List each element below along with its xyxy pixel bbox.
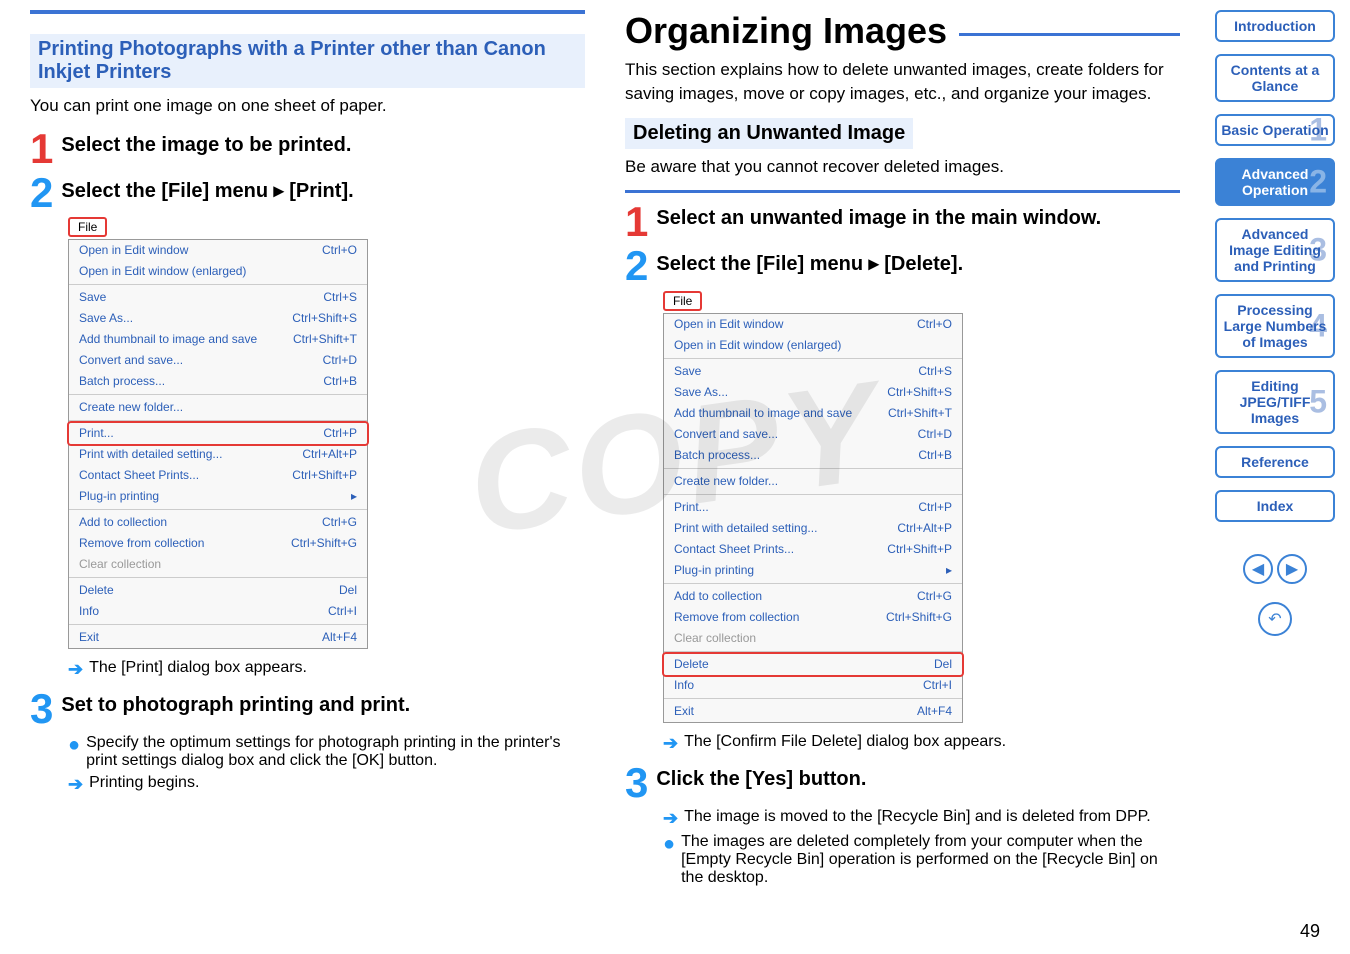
step-number-1-right: 1	[625, 203, 648, 241]
left-section-title: Printing Photographs with a Printer othe…	[30, 34, 585, 88]
ghost-number: 4	[1309, 308, 1327, 345]
menu-item[interactable]: Create new folder...	[664, 471, 962, 492]
menu-item[interactable]: Print...Ctrl+P	[664, 497, 962, 518]
back-button[interactable]: ↶	[1258, 602, 1292, 636]
menu-item[interactable]: Create new folder...	[69, 397, 367, 418]
bullet-icon: ●	[68, 734, 80, 757]
right-section-title: Deleting an Unwanted Image	[625, 118, 913, 149]
arrow-icon: ➔	[68, 774, 83, 795]
step-number-3-right: 3	[625, 764, 648, 802]
blue-rule	[625, 190, 1180, 193]
menu-item[interactable]: Remove from collectionCtrl+Shift+G	[69, 533, 367, 554]
ghost-number: 5	[1309, 384, 1327, 421]
right-intro: This section explains how to delete unwa…	[625, 58, 1180, 106]
right-result2: The [Confirm File Delete] dialog box app…	[684, 733, 1006, 751]
arrow-icon: ➔	[663, 733, 678, 754]
step-number-3-left: 3	[30, 690, 53, 728]
ghost-number: 1	[1309, 112, 1327, 149]
step-number-2-left: 2	[30, 174, 53, 212]
menu-item[interactable]: InfoCtrl+I	[664, 675, 962, 696]
prev-page-button[interactable]: ◀	[1243, 554, 1273, 584]
menu-item[interactable]: Batch process...Ctrl+B	[664, 445, 962, 466]
menu-item[interactable]: Clear collection	[69, 554, 367, 575]
bullet-icon: ●	[663, 833, 675, 856]
page-number: 49	[1300, 921, 1320, 942]
menu-item[interactable]: SaveCtrl+S	[664, 361, 962, 382]
right-step2: Select the [File] menu ▸ [Delete].	[656, 247, 963, 276]
highlighted-menu-item: DeleteDel	[662, 652, 964, 677]
right-step3-a: The image is moved to the [Recycle Bin] …	[684, 808, 1151, 826]
highlighted-menu-item: Print...Ctrl+P	[67, 421, 369, 446]
left-intro: You can print one image on one sheet of …	[30, 94, 585, 118]
menu-item[interactable]: Open in Edit window (enlarged)	[664, 335, 962, 356]
file-menu-button-right[interactable]: File	[663, 291, 702, 311]
menu-item[interactable]: Open in Edit windowCtrl+O	[69, 240, 367, 261]
sidebar-nav-item[interactable]: Advanced Operation2	[1215, 158, 1335, 206]
step-number-1-left: 1	[30, 130, 53, 168]
menu-item[interactable]: Batch process...Ctrl+B	[69, 371, 367, 392]
menu-item[interactable]: Print with detailed setting...Ctrl+Alt+P	[664, 518, 962, 539]
sidebar: Introduction Contents at a Glance Basic Op…	[1210, 0, 1350, 954]
menu-item[interactable]: Contact Sheet Prints...Ctrl+Shift+P	[69, 465, 367, 486]
right-warn: Be aware that you cannot recover deleted…	[625, 155, 1180, 179]
menu-item[interactable]: Contact Sheet Prints...Ctrl+Shift+P	[664, 539, 962, 560]
right-title: Organizing Images	[625, 10, 947, 52]
menu-item[interactable]: SaveCtrl+S	[69, 287, 367, 308]
step-number-2-right: 2	[625, 247, 648, 285]
file-menu-button-left[interactable]: File	[68, 217, 107, 237]
menu-item[interactable]: Print with detailed setting...Ctrl+Alt+P	[69, 444, 367, 465]
right-step3: Click the [Yes] button.	[656, 764, 866, 791]
menu-item[interactable]: Convert and save...Ctrl+D	[664, 424, 962, 445]
file-menu-left: File Open in Edit windowCtrl+OOpen in Ed…	[68, 217, 585, 649]
left-result2: The [Print] dialog box appears.	[89, 659, 307, 677]
ghost-number: 2	[1309, 164, 1327, 201]
sidebar-nav-item[interactable]: Advanced Image Editing and Printing3	[1215, 218, 1335, 282]
sidebar-nav-item[interactable]: Introduction	[1215, 10, 1335, 42]
right-step1: Select an unwanted image in the main win…	[656, 203, 1101, 230]
menu-item[interactable]: Add thumbnail to image and saveCtrl+Shif…	[69, 329, 367, 350]
right-step3-b: The images are deleted completely from y…	[681, 833, 1180, 887]
sidebar-nav-item[interactable]: Reference	[1215, 446, 1335, 478]
menu-item[interactable]: ExitAlt+F4	[664, 701, 962, 722]
menu-item[interactable]: Save As...Ctrl+Shift+S	[69, 308, 367, 329]
left-step3-result: Printing begins.	[89, 774, 199, 792]
menu-item[interactable]: Clear collection	[664, 628, 962, 649]
menu-item[interactable]: Print...Ctrl+P	[69, 423, 367, 444]
menu-item[interactable]: Add to collectionCtrl+G	[664, 586, 962, 607]
ghost-number: 3	[1309, 232, 1327, 269]
menu-item[interactable]: Add to collectionCtrl+G	[69, 512, 367, 533]
menu-item[interactable]: Add thumbnail to image and saveCtrl+Shif…	[664, 403, 962, 424]
arrow-icon: ➔	[68, 659, 83, 680]
menu-item[interactable]: Open in Edit windowCtrl+O	[664, 314, 962, 335]
menu-item[interactable]: Save As...Ctrl+Shift+S	[664, 382, 962, 403]
left-step3-body: Specify the optimum settings for photogr…	[86, 734, 585, 770]
file-menu-right: File Open in Edit windowCtrl+OOpen in Ed…	[663, 291, 1180, 723]
arrow-icon: ➔	[663, 808, 678, 829]
menu-item[interactable]: Open in Edit window (enlarged)	[69, 261, 367, 282]
menu-item[interactable]: Remove from collectionCtrl+Shift+G	[664, 607, 962, 628]
top-rule-left	[30, 10, 585, 14]
left-step3: Set to photograph printing and print.	[61, 690, 410, 717]
sidebar-nav-item[interactable]: Index	[1215, 490, 1335, 522]
menu-item[interactable]: ExitAlt+F4	[69, 627, 367, 648]
sidebar-nav-item[interactable]: Processing Large Numbers of Images4	[1215, 294, 1335, 358]
next-page-button[interactable]: ▶	[1277, 554, 1307, 584]
menu-item[interactable]: Plug-in printing▸	[664, 560, 962, 581]
menu-item[interactable]: DeleteDel	[69, 580, 367, 601]
title-rule	[959, 33, 1180, 36]
menu-item[interactable]: Plug-in printing▸	[69, 486, 367, 507]
menu-item[interactable]: InfoCtrl+I	[69, 601, 367, 622]
sidebar-nav-item[interactable]: Editing JPEG/TIFF Images5	[1215, 370, 1335, 434]
left-step1: Select the image to be printed.	[61, 130, 351, 157]
menu-item[interactable]: Convert and save...Ctrl+D	[69, 350, 367, 371]
sidebar-nav-item[interactable]: Basic Operation1	[1215, 114, 1335, 146]
menu-item[interactable]: DeleteDel	[664, 654, 962, 675]
left-step2: Select the [File] menu ▸ [Print].	[61, 174, 353, 203]
sidebar-nav-item[interactable]: Contents at a Glance	[1215, 54, 1335, 102]
